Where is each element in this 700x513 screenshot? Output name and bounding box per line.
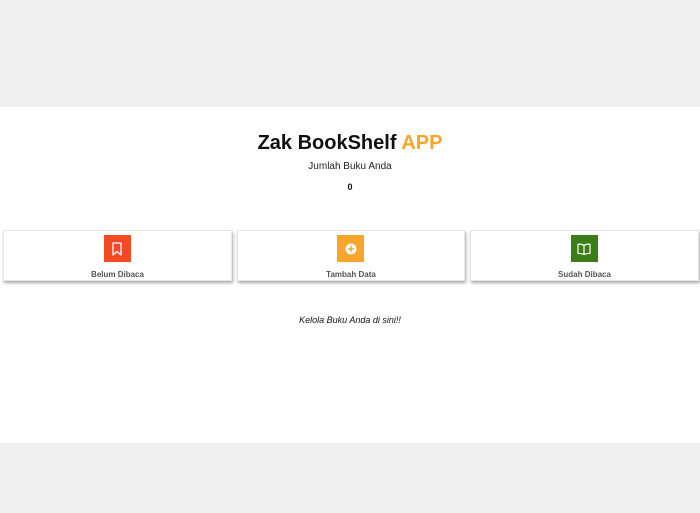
tagline: Kelola Buku Anda di sini!!	[299, 315, 401, 325]
add-data-card[interactable]: Tambah Data	[237, 230, 465, 281]
title-accent: APP	[401, 132, 443, 154]
title-main: Zak BookShelf	[257, 132, 397, 154]
read-books-card[interactable]: Sudah Dibaca	[470, 230, 699, 281]
open-book-icon	[570, 235, 598, 262]
book-count-label: Jumlah Buku Anda	[308, 161, 392, 172]
page-title: Zak BookShelf APP	[0, 131, 700, 155]
book-count-value: 0	[347, 182, 353, 192]
add-circle-icon	[337, 235, 364, 262]
bookmark-icon	[103, 235, 131, 262]
unread-books-card[interactable]: Belum Dibaca	[3, 230, 232, 281]
add-data-label: Tambah Data	[326, 270, 376, 279]
unread-books-label: Belum Dibaca	[91, 270, 144, 279]
read-books-label: Sudah Dibaca	[558, 270, 611, 279]
